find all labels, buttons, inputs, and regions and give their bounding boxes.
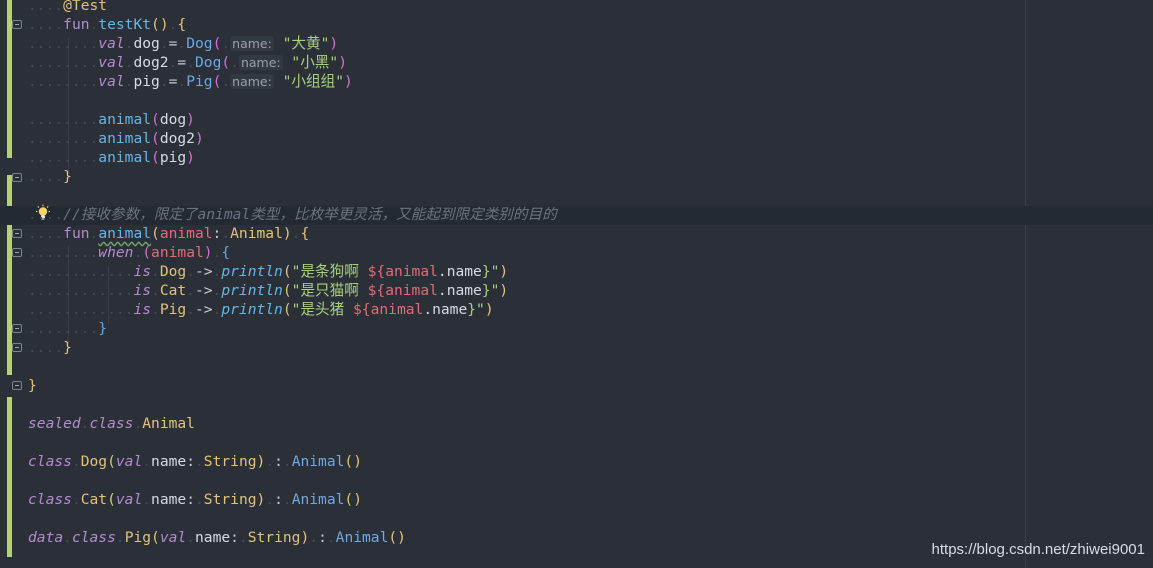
code-comment: //接收参数，限定了animal类型，比枚举更灵活，又能起到限定类别的目的 [63,206,557,223]
code-line[interactable]: ....//接收参数，限定了animal类型，比枚举更灵活，又能起到限定类别的目… [28,205,557,224]
fold-icon[interactable] [12,343,22,352]
code-line[interactable]: ........when.(animal).{ [28,243,230,262]
code-editor[interactable]: ....@Test ....fun.testKt().{ ........val… [0,0,1153,568]
parameter-hint: name: [230,74,274,89]
code-line[interactable]: ....} [28,167,72,186]
fold-icon[interactable] [12,381,22,390]
code-line[interactable]: sealed.class.Animal [28,414,195,433]
code-line[interactable]: ........} [28,319,107,338]
watermark-text: https://blog.csdn.net/zhiwei9001 [931,541,1145,558]
right-margin-guide [1025,0,1026,568]
code-line[interactable]: ........animal(dog2) [28,129,204,148]
parameter-hint: name: [238,55,283,70]
code-line[interactable]: data.class.Pig(val.name:.String).:.Anima… [28,528,406,547]
gutter-change-bar [7,60,12,158]
code-line[interactable]: ........val.dog.=.Dog(. name: "大黄") [28,34,338,53]
code-line[interactable]: class.Cat(val.name:.String).:.Animal() [28,490,362,509]
code-line[interactable]: ....@Test [28,0,107,15]
code-line[interactable]: ........animal(pig) [28,148,195,167]
code-line[interactable]: class.Dog(val.name:.String).:.Animal() [28,452,362,471]
fold-icon[interactable] [12,20,22,29]
gutter-change-bar [7,397,12,557]
code-line[interactable]: ........val.pig.=.Pig(. name: "小组组") [28,72,353,91]
code-line[interactable]: ....fun.testKt().{ [28,15,186,34]
code-line[interactable]: ............is.Dog.->.println("是条狗啊 ${an… [28,262,508,281]
code-line[interactable]: ....fun.animal(animal:.Animal).{ [28,224,309,243]
fold-icon[interactable] [12,173,22,182]
code-line[interactable]: ............is.Cat.->.println("是只猫啊 ${an… [28,281,508,300]
code-line[interactable]: ........val.dog2.=.Dog(. name: "小黑") [28,53,347,72]
code-line[interactable]: ........animal(dog) [28,110,195,129]
code-line[interactable]: } [28,376,37,395]
fold-icon[interactable] [12,324,22,333]
fold-icon[interactable] [12,248,22,257]
gutter-change-bar [7,0,12,60]
code-line[interactable]: ............is.Pig.->.println("是头猪 ${ani… [28,300,494,319]
code-line[interactable]: ....} [28,338,72,357]
parameter-hint: name: [230,36,274,51]
fold-icon[interactable] [12,229,22,238]
